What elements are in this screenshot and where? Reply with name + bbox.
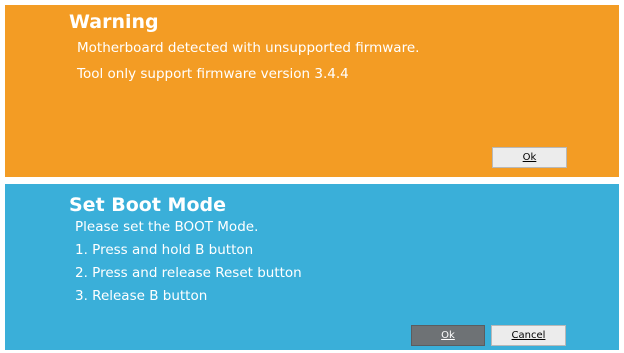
boot-mode-step-3: 3. Release B button: [75, 288, 208, 304]
boot-mode-ok-label: Ok: [441, 330, 455, 341]
warning-ok-button[interactable]: Ok: [492, 147, 567, 168]
boot-mode-instruction: Please set the BOOT Mode.: [75, 219, 259, 235]
warning-title: Warning: [69, 11, 159, 33]
warning-message-line-2: Tool only support firmware version 3.4.4: [77, 66, 349, 82]
set-boot-mode-dialog: Set Boot Mode Please set the BOOT Mode. …: [5, 184, 619, 350]
boot-mode-cancel-label: Cancel: [511, 330, 546, 341]
boot-mode-ok-button[interactable]: Ok: [411, 325, 485, 346]
warning-ok-label: Ok: [522, 152, 537, 163]
boot-mode-step-2: 2. Press and release Reset button: [75, 265, 302, 281]
boot-mode-title: Set Boot Mode: [69, 194, 227, 216]
warning-message-line-1: Motherboard detected with unsupported fi…: [77, 40, 420, 56]
boot-mode-cancel-button[interactable]: Cancel: [491, 325, 566, 346]
boot-mode-step-1: 1. Press and hold B button: [75, 242, 254, 258]
warning-dialog: Warning Motherboard detected with unsupp…: [5, 5, 619, 177]
